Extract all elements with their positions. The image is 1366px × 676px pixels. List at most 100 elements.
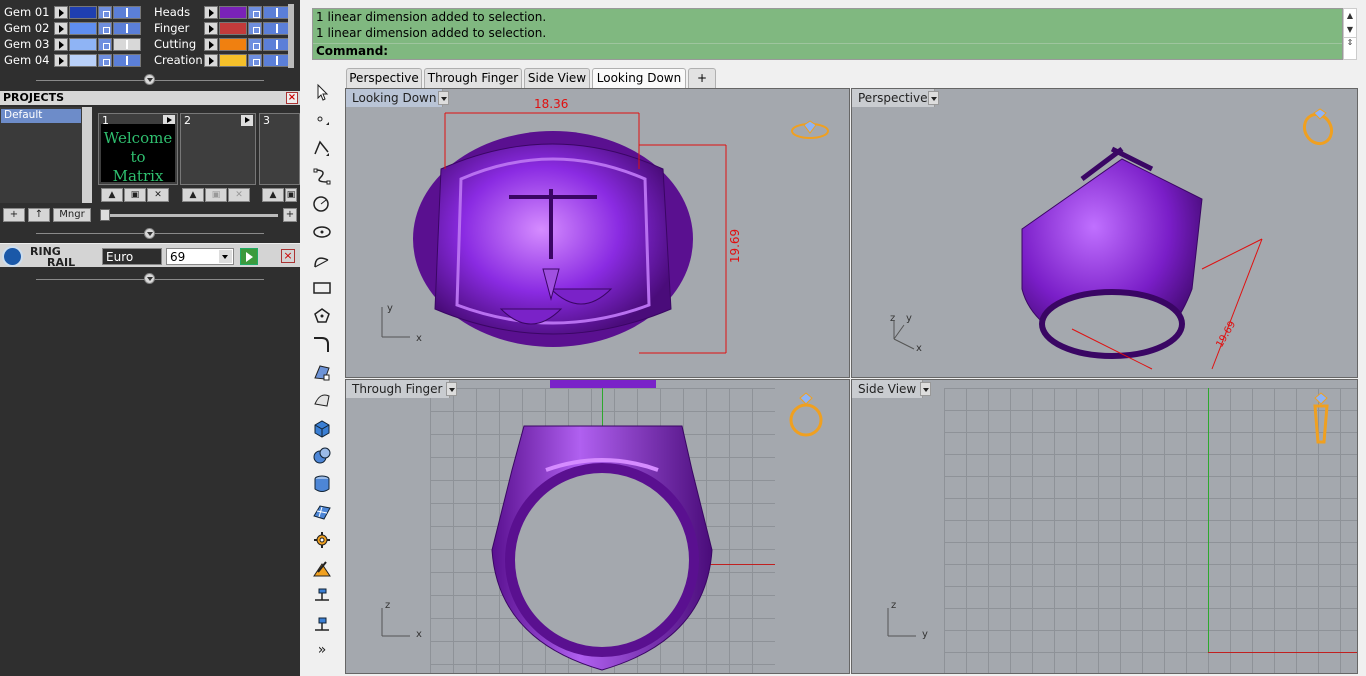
box-icon[interactable]: [312, 418, 332, 438]
analysis-icon[interactable]: [312, 614, 332, 634]
layer-expand-button[interactable]: [204, 6, 218, 19]
tab-looking-down[interactable]: Looking Down: [592, 68, 686, 88]
thumb-play-button[interactable]: [241, 115, 253, 126]
lock-icon[interactable]: [248, 22, 262, 35]
ellipse-icon[interactable]: [312, 222, 332, 242]
gear-icon[interactable]: [312, 530, 332, 550]
transform-icon[interactable]: [312, 558, 332, 578]
layer-visibility-toggle[interactable]: [263, 6, 291, 19]
lock-icon[interactable]: [248, 38, 262, 51]
ring-orientation-icon[interactable]: [1300, 107, 1340, 147]
tab-perspective[interactable]: Perspective: [346, 68, 422, 88]
layer-visibility-toggle[interactable]: [263, 22, 291, 35]
dimension-horizontal[interactable]: 18.36: [534, 97, 568, 111]
layer-expand-button[interactable]: [54, 6, 68, 19]
lock-icon[interactable]: [248, 54, 262, 67]
add-tab-button[interactable]: +: [688, 68, 716, 88]
layer-visibility-toggle[interactable]: [113, 54, 141, 67]
upload-icon[interactable]: ▲: [262, 188, 284, 202]
layer-color-swatch[interactable]: [69, 6, 97, 19]
command-input[interactable]: Command:: [313, 43, 1342, 60]
layer-color-swatch[interactable]: [219, 6, 247, 19]
chevron-down-icon[interactable]: [920, 382, 931, 396]
layer-visibility-toggle[interactable]: [113, 38, 141, 51]
layer-controls[interactable]: [204, 22, 291, 35]
layer-row-finger[interactable]: Finger: [150, 20, 300, 36]
scroll-up-icon[interactable]: ▲: [1344, 9, 1356, 23]
dimension-icon[interactable]: [312, 586, 332, 606]
project-thumb-3[interactable]: 3: [259, 113, 300, 185]
layer-row-gem03[interactable]: Gem 03: [0, 36, 150, 52]
layer-visibility-toggle[interactable]: [113, 22, 141, 35]
save-icon[interactable]: ▣: [124, 188, 146, 202]
layer-color-swatch[interactable]: [219, 38, 247, 51]
thumb-size-slider-track[interactable]: [100, 214, 278, 217]
collapse-projects-button[interactable]: [144, 228, 155, 239]
layer-row-gem04[interactable]: Gem 04: [0, 52, 150, 68]
layer-row-heads[interactable]: Heads: [150, 4, 300, 20]
more-tools-icon[interactable]: »: [312, 642, 332, 662]
fillet-icon[interactable]: [312, 334, 332, 354]
layer-color-swatch[interactable]: [69, 38, 97, 51]
viewport-through-finger[interactable]: Through Finger z x: [345, 379, 850, 674]
polyline-icon[interactable]: [312, 138, 332, 158]
layer-controls[interactable]: [54, 38, 141, 51]
chevron-down-icon[interactable]: [219, 250, 232, 263]
viewport-perspective[interactable]: Perspective 19.69 z y x: [851, 88, 1358, 378]
lock-icon[interactable]: [98, 22, 112, 35]
upload-icon[interactable]: ▲: [182, 188, 204, 202]
cylinder-icon[interactable]: [312, 474, 332, 494]
layer-row-gem02[interactable]: Gem 02: [0, 20, 150, 36]
close-icon[interactable]: ×: [281, 249, 295, 263]
layer-color-swatch[interactable]: [219, 22, 247, 35]
arc-icon[interactable]: [312, 250, 332, 270]
layer-expand-button[interactable]: [204, 22, 218, 35]
run-ring-rail-button[interactable]: [240, 248, 258, 265]
layer-expand-button[interactable]: [54, 38, 68, 51]
close-icon[interactable]: ×: [286, 92, 298, 104]
boolean-icon[interactable]: [312, 446, 332, 466]
project-list[interactable]: Default: [0, 107, 92, 203]
circle-icon[interactable]: [312, 194, 332, 214]
add-project-button[interactable]: +: [3, 208, 25, 222]
layer-visibility-toggle[interactable]: [113, 6, 141, 19]
viewport-looking-down[interactable]: Looking Down 18.36 19.69 y x: [345, 88, 850, 378]
move-up-button[interactable]: ↑: [28, 208, 50, 222]
delete-icon[interactable]: ✕: [228, 188, 250, 202]
scroll-step-icon[interactable]: ⇕: [1344, 37, 1356, 47]
layer-controls[interactable]: [54, 6, 141, 19]
lock-icon[interactable]: [98, 54, 112, 67]
layer-row-gem01[interactable]: Gem 01: [0, 4, 150, 20]
scroll-down-icon[interactable]: ▼: [1344, 23, 1356, 37]
lock-icon[interactable]: [98, 6, 112, 19]
ring-orientation-icon[interactable]: [1306, 390, 1336, 444]
layer-color-swatch[interactable]: [69, 54, 97, 67]
layer-color-swatch[interactable]: [69, 22, 97, 35]
revolve-icon[interactable]: [312, 390, 332, 410]
layer-expand-button[interactable]: [54, 22, 68, 35]
layer-visibility-toggle[interactable]: [263, 54, 291, 67]
layer-row-cutting[interactable]: Cutting: [150, 36, 300, 52]
layer-controls[interactable]: [204, 38, 291, 51]
layer-controls[interactable]: [204, 6, 291, 19]
project-item-default[interactable]: Default: [1, 109, 81, 123]
delete-icon[interactable]: ✕: [147, 188, 169, 202]
save-icon[interactable]: ▣: [205, 188, 227, 202]
polygon-icon[interactable]: [312, 306, 332, 326]
select-arrow-icon[interactable]: [312, 82, 332, 102]
surface-edit-icon[interactable]: [312, 362, 332, 382]
viewport-title[interactable]: Side View: [852, 380, 924, 398]
ring-orientation-icon[interactable]: [790, 119, 830, 143]
ring-orientation-icon[interactable]: [786, 390, 826, 440]
viewport-title[interactable]: Through Finger: [346, 380, 450, 398]
lock-icon[interactable]: [248, 6, 262, 19]
mesh-icon[interactable]: [312, 502, 332, 522]
layer-controls[interactable]: [204, 54, 291, 67]
zoom-in-button[interactable]: +: [283, 208, 297, 222]
command-scrollbar[interactable]: ▲ ▼ ⇕: [1343, 8, 1357, 60]
layer-color-swatch[interactable]: [219, 54, 247, 67]
collapse-layers-button[interactable]: [144, 74, 155, 85]
ring-size-unit-field[interactable]: Euro: [102, 248, 162, 265]
layers-scrollbar[interactable]: [288, 4, 294, 68]
project-thumb-2[interactable]: 2: [180, 113, 256, 185]
